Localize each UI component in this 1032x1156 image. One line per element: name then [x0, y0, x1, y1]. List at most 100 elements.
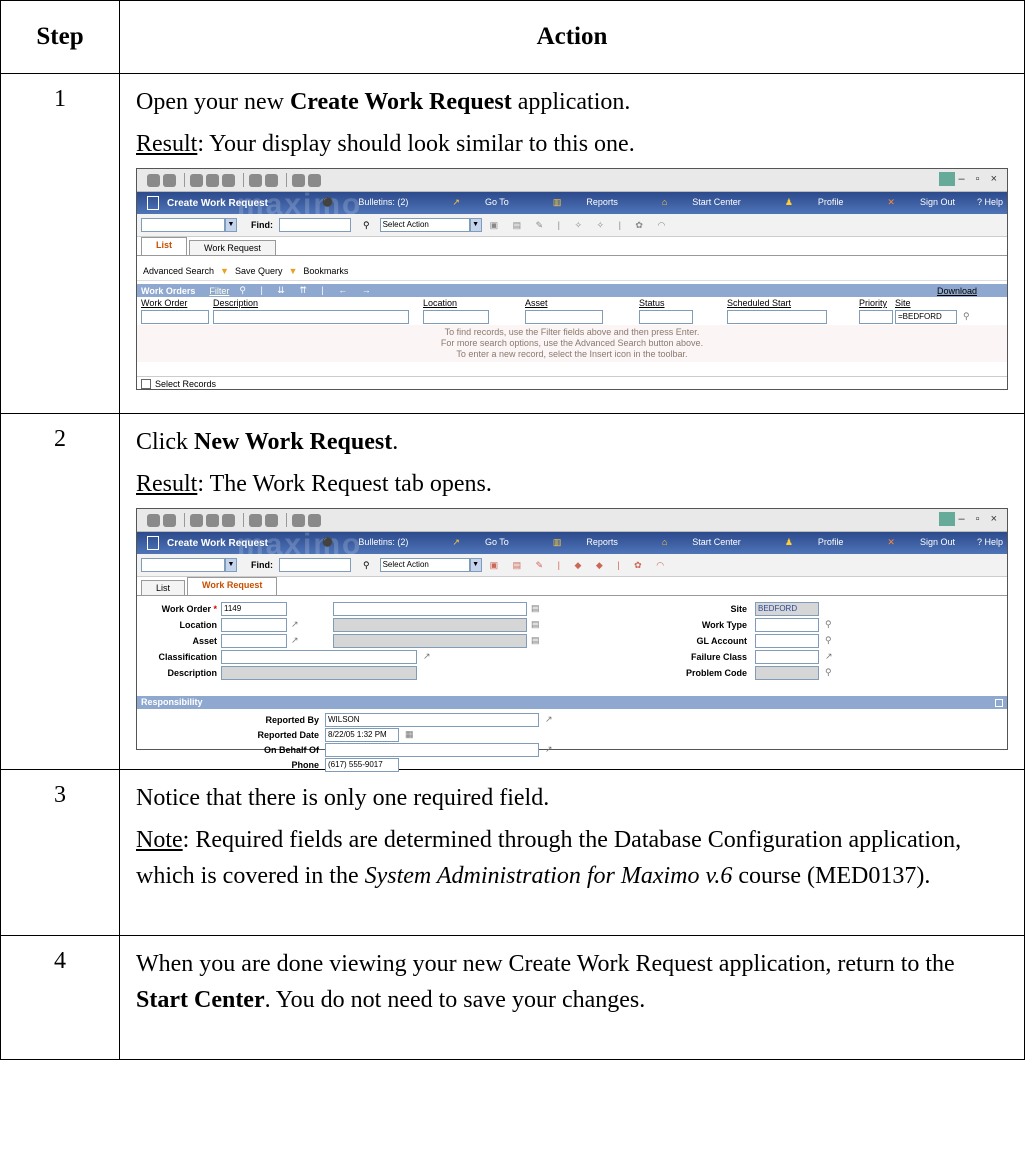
collapse-icon[interactable] [995, 699, 1003, 707]
reported-date-field[interactable]: 8/22/05 1:32 PM [325, 728, 399, 742]
mail-icon [308, 173, 321, 187]
long-description-icon[interactable]: ▤ [531, 619, 540, 630]
advanced-search-link[interactable]: Advanced Search [143, 266, 214, 276]
classification-label: Classification [158, 652, 217, 662]
reported-by-label: Reported By [265, 715, 319, 725]
filter-asset[interactable] [525, 310, 603, 324]
goto-link[interactable]: ↗ Go To [430, 197, 508, 208]
sign-out-link[interactable]: ✕ Sign Out [865, 537, 955, 548]
detail-arrow-icon[interactable]: ↗ [291, 619, 299, 630]
lookup-icon[interactable]: ⚲ [963, 311, 970, 322]
filter-work-order[interactable] [141, 310, 209, 324]
step-number: 2 [0, 413, 120, 770]
col-work-order[interactable]: Work Order [141, 298, 187, 308]
maximo-header: Create Work Request maximo ⚫ Bulletins: (… [137, 188, 1007, 221]
filter-row: =BEDFORD ⚲ [137, 309, 1007, 325]
step-number: 1 [0, 73, 120, 414]
detail-arrow-icon[interactable]: ↗ [545, 714, 553, 725]
phone-field[interactable]: (617) 555-9017 [325, 758, 399, 772]
tab-strip: List Work Request [137, 577, 1007, 596]
goto-link[interactable]: ↗ Go To [430, 537, 508, 548]
select-action-dropdown[interactable]: Select Action [379, 218, 470, 232]
select-records[interactable]: Select Records [137, 376, 1007, 391]
classification-field[interactable] [221, 650, 417, 664]
bulletins-link[interactable]: ⚫ Bulletins: (2) [300, 197, 408, 208]
col-scheduled-start[interactable]: Scheduled Start [727, 298, 791, 308]
col-status[interactable]: Status [639, 298, 665, 308]
on-behalf-of-field[interactable] [325, 743, 539, 757]
filter-scheduled-start[interactable] [727, 310, 827, 324]
action-cell: When you are done viewing your new Creat… [119, 935, 1025, 1060]
select-action-dropdown[interactable]: Select Action [379, 558, 470, 572]
filter-site[interactable]: =BEDFORD [895, 310, 957, 324]
chevron-down-icon[interactable]: ▼ [225, 558, 237, 572]
lookup-icon[interactable]: ⚲ [825, 619, 832, 630]
history-icon [163, 173, 176, 187]
filter-status[interactable] [639, 310, 693, 324]
col-priority[interactable]: Priority [859, 298, 887, 308]
profile-link[interactable]: ♟ Profile [763, 537, 844, 548]
tab-strip: List Work Request [137, 237, 1007, 256]
responsibility-section-header[interactable]: Responsibility [137, 696, 1007, 709]
work-order-description-field[interactable] [333, 602, 527, 616]
start-center-link[interactable]: ⌂ Start Center [640, 197, 741, 208]
asset-field[interactable] [221, 634, 287, 648]
help-link[interactable]: ? Help [977, 537, 1003, 548]
tab-work-request[interactable]: Work Request [189, 240, 276, 255]
table-row: 3 Notice that there is only one required… [0, 769, 1025, 936]
gl-account-field[interactable] [755, 634, 819, 648]
detail-arrow-icon[interactable]: ↗ [291, 635, 299, 646]
download-link[interactable]: Download [937, 286, 977, 296]
col-location[interactable]: Location [423, 298, 457, 308]
save-query-link[interactable]: Save Query [235, 266, 283, 276]
long-description-icon[interactable]: ▤ [531, 635, 540, 646]
chevron-down-icon[interactable]: ▼ [225, 218, 237, 232]
col-asset[interactable]: Asset [525, 298, 548, 308]
calendar-icon[interactable]: ▦ [405, 729, 414, 740]
location-field[interactable] [221, 618, 287, 632]
detail-arrow-icon[interactable]: ↗ [825, 651, 833, 662]
window-controls: – ▫ × [958, 173, 1001, 185]
work-type-field[interactable] [755, 618, 819, 632]
binoculars-icon[interactable]: ⚲ [363, 220, 370, 231]
query-select[interactable] [141, 218, 225, 232]
binoculars-icon[interactable]: ⚲ [363, 560, 370, 571]
filter-priority[interactable] [859, 310, 893, 324]
reported-by-field[interactable]: WILSON [325, 713, 539, 727]
filter-location[interactable] [423, 310, 489, 324]
location-description-field [333, 618, 527, 632]
tab-list[interactable]: List [141, 237, 188, 255]
failure-class-field[interactable] [755, 650, 819, 664]
help-link[interactable]: ? Help [977, 197, 1003, 208]
lookup-icon[interactable]: ⚲ [825, 667, 832, 678]
list-nav-icons: ⚲ | ⇊ ⇈ | ← → [239, 285, 377, 295]
detail-arrow-icon[interactable]: ↗ [545, 744, 553, 755]
work-request-form: Work Order * 1149 ▤ Location ↗ ▤ Asset ↗… [137, 596, 1007, 696]
bookmarks-link[interactable]: Bookmarks [303, 266, 348, 276]
chevron-down-icon[interactable]: ▼ [469, 218, 482, 232]
detail-arrow-icon[interactable]: ↗ [423, 651, 431, 662]
reports-link[interactable]: ▥ Reports [531, 537, 618, 548]
lookup-icon[interactable]: ⚲ [825, 635, 832, 646]
table-header-row: Step Action [0, 0, 1025, 74]
query-select[interactable] [141, 558, 225, 572]
long-description-icon[interactable]: ▤ [531, 603, 540, 614]
col-description[interactable]: Description [213, 298, 258, 308]
filter-description[interactable] [213, 310, 409, 324]
tab-list[interactable]: List [141, 580, 186, 595]
work-order-field[interactable]: 1149 [221, 602, 287, 616]
filter-link[interactable]: Filter [209, 286, 229, 296]
start-center-link[interactable]: ⌂ Start Center [640, 537, 741, 548]
col-site[interactable]: Site [895, 298, 911, 308]
select-records-checkbox[interactable] [141, 379, 151, 389]
location-label: Location [179, 620, 218, 630]
header-step: Step [0, 0, 120, 74]
chevron-down-icon[interactable]: ▼ [469, 558, 482, 572]
description-label: Description [167, 668, 217, 678]
tab-work-request[interactable]: Work Request [187, 577, 278, 595]
bulletins-link[interactable]: ⚫ Bulletins: (2) [300, 537, 408, 548]
profile-link[interactable]: ♟ Profile [763, 197, 844, 208]
result-text: Result: The Work Request tab opens. [136, 471, 492, 497]
sign-out-link[interactable]: ✕ Sign Out [865, 197, 955, 208]
reports-link[interactable]: ▥ Reports [531, 197, 618, 208]
